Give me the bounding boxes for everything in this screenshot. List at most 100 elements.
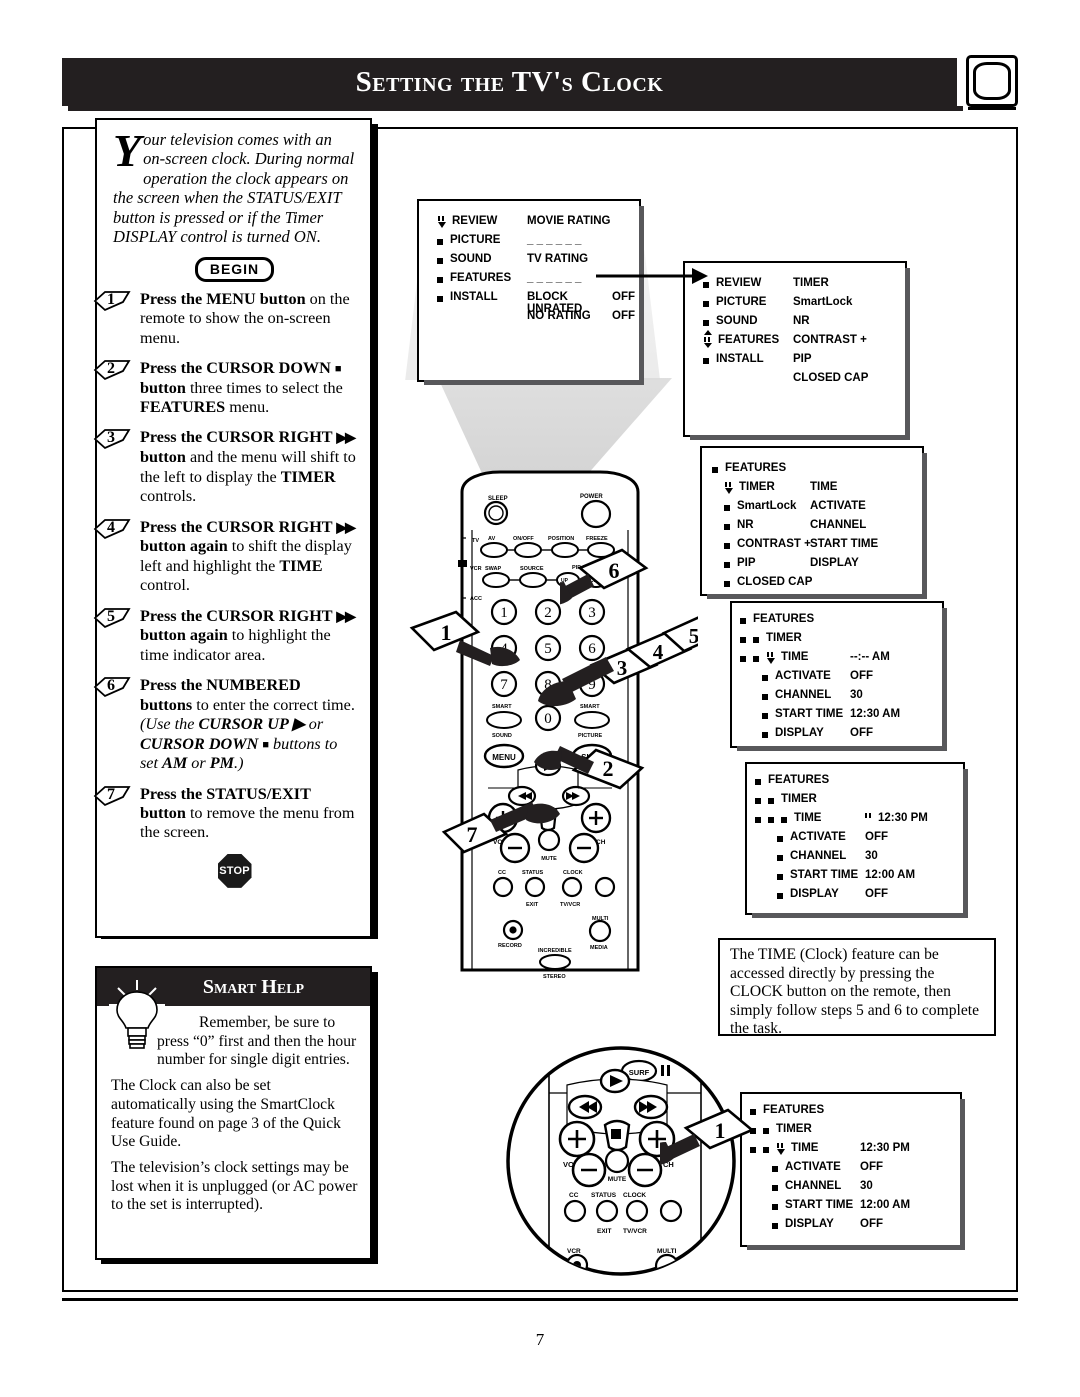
osd-row-label: ACTIVATE [790,831,846,843]
osd-row-value: 12:00 AM [860,1199,911,1211]
svg-text:4: 4 [653,640,664,664]
osd-left-label: FEATURES [450,272,512,284]
svg-text:AV: AV [488,536,496,542]
bullet-icon [740,656,746,662]
intro-text: our television comes with an on-screen c… [113,130,355,247]
osd-left-item[interactable]: CONTRAST + [724,538,811,550]
smart-help-paragraph: The Clock can also be set automatically … [111,1077,341,1151]
step-text: Press the CURSOR RIGHT ▶▶ button again t… [140,517,356,595]
bullet-icon [762,675,768,681]
svg-text:CC: CC [569,1192,579,1199]
osd-left-item[interactable]: PIP [724,557,756,569]
osd-left-item[interactable]: SOUND [703,315,758,327]
steps-list: 1 Press the MENU button on the remote to … [93,290,356,843]
osd-row[interactable]: TIME --:-- AM [740,651,890,664]
osd-menu-time-blank: FEATURES TIMER TIME --:-- AM ACTIVATE OFF CHAN… [730,601,947,751]
osd-right-item[interactable]: MOVIE RATING [527,215,635,227]
osd-row[interactable]: START TIME 12:00 AM [772,1199,910,1211]
osd-right-item[interactable]: CHANNEL [810,519,918,531]
osd-right-label: NR [793,315,810,327]
bullet-icon [437,296,443,302]
osd-subheader-row: TIMER [740,632,802,644]
osd-row-value: OFF [860,1161,883,1173]
osd-row-value: 12:30 PM [865,812,928,824]
osd-row-label: START TIME [775,708,844,720]
osd-row[interactable]: ACTIVATE OFF [777,831,888,843]
osd-right-label: CHANNEL [810,519,867,531]
osd-left-label: NR [737,519,754,531]
bullet-icon [755,817,761,823]
osd-left-label: SmartLock [737,500,797,512]
step-text: Press the CURSOR RIGHT ▶▶ button again t… [140,606,356,664]
step-number-badge: 3 [93,429,135,450]
osd-row-label: START TIME [785,1199,854,1211]
bullet-icon [772,1204,778,1210]
manual-page: Setting the TV's Clock Your television c… [0,0,1080,1397]
osd-row[interactable]: ACTIVATE OFF [772,1161,883,1173]
page-title-banner: Setting the TV's Clock [62,58,957,106]
step-number-badge: 2 [93,360,135,381]
osd-left-item[interactable]: TIMER [724,481,775,494]
osd-right-item[interactable]: ACTIVATE [810,500,918,512]
osd-row[interactable]: DISPLAY OFF [777,888,888,900]
osd-row[interactable]: START TIME 12:30 AM [762,708,900,720]
osd-left-item[interactable]: CLOSED CAP [724,576,812,588]
osd-right-item[interactable]: DISPLAY [810,557,918,569]
osd-right-item[interactable]: NR [793,315,901,327]
svg-text:SURF: SURF [629,1068,650,1077]
osd-row-label: ACTIVATE [785,1161,841,1173]
osd-left-item[interactable]: REVIEW [437,215,497,228]
menu-connector-arrow [596,268,708,284]
osd-right-item[interactable]: PIP [793,353,901,365]
clock-note-text: The TIME (Clock) feature can be accessed… [730,946,980,1038]
osd-right-item[interactable]: TIME [810,481,918,493]
osd-right-item[interactable]: CLOSED CAP [793,372,901,384]
step-5: 5 Press the CURSOR RIGHT ▶▶ button again … [93,606,356,666]
osd-row-value: 12:00 AM [865,869,916,881]
osd-right-item[interactable]: NO RATING OFF [527,310,635,322]
intro-dropcap: Y [113,125,142,176]
osd-right-item[interactable]: CONTRAST + [793,334,901,346]
osd-row[interactable]: DISPLAY OFF [772,1218,883,1230]
osd-left-item[interactable]: FEATURES [437,272,511,284]
osd-row[interactable]: TIME 12:30 PM [755,812,928,824]
svg-text:EXIT: EXIT [597,1228,611,1235]
osd-right-item[interactable]: _ _ _ _ _ _ [527,234,635,246]
osd-right-item[interactable]: TIMER [793,277,901,289]
svg-text:MENU: MENU [492,753,516,762]
osd-right-item[interactable]: SmartLock [793,296,901,308]
osd-left-item[interactable]: PICTURE [437,234,500,246]
osd-row[interactable]: CHANNEL 30 [777,850,878,862]
osd-row[interactable]: CHANNEL 30 [762,689,863,701]
bullet-icon [755,779,761,785]
osd-row[interactable]: CHANNEL 30 [772,1180,873,1192]
svg-text:RECORD: RECORD [498,943,522,949]
callout-7: 7 [441,802,560,854]
page-number: 7 [535,1330,545,1349]
osd-row[interactable]: ACTIVATE OFF [762,670,873,682]
step-3: 3 Press the CURSOR RIGHT ▶▶ button and th… [93,428,356,506]
osd-right-item[interactable]: START TIME [810,538,918,550]
bullet-icon [777,893,783,899]
svg-text:CC: CC [498,870,506,876]
osd-right-label: TV RATING [527,253,589,265]
svg-text:VCR: VCR [470,566,482,572]
osd-left-item[interactable]: INSTALL [703,353,764,365]
osd-left-item[interactable]: SOUND [437,253,492,265]
osd-left-item[interactable]: PICTURE [703,296,766,308]
osd-left-item[interactable]: FEATURES [703,330,779,348]
bullet-icon [724,581,730,587]
osd-header-row: FEATURES [712,462,786,474]
svg-text:MEDIA: MEDIA [590,945,608,951]
osd-left-item[interactable]: SmartLock [724,500,796,512]
svg-text:ACC: ACC [470,596,482,602]
osd-subheader-row: TIMER [755,793,817,805]
osd-row[interactable]: DISPLAY OFF [762,727,873,739]
osd-row[interactable]: START TIME 12:00 AM [777,869,915,881]
bullet-icon [740,637,746,643]
osd-left-item[interactable]: NR [724,519,754,531]
osd-left-item[interactable]: INSTALL [437,291,498,303]
step-number-badge: 6 [93,677,135,698]
step-7: 7 Press the STATUS/EXIT button to remove … [93,785,356,843]
bullet-icon [772,1223,778,1229]
